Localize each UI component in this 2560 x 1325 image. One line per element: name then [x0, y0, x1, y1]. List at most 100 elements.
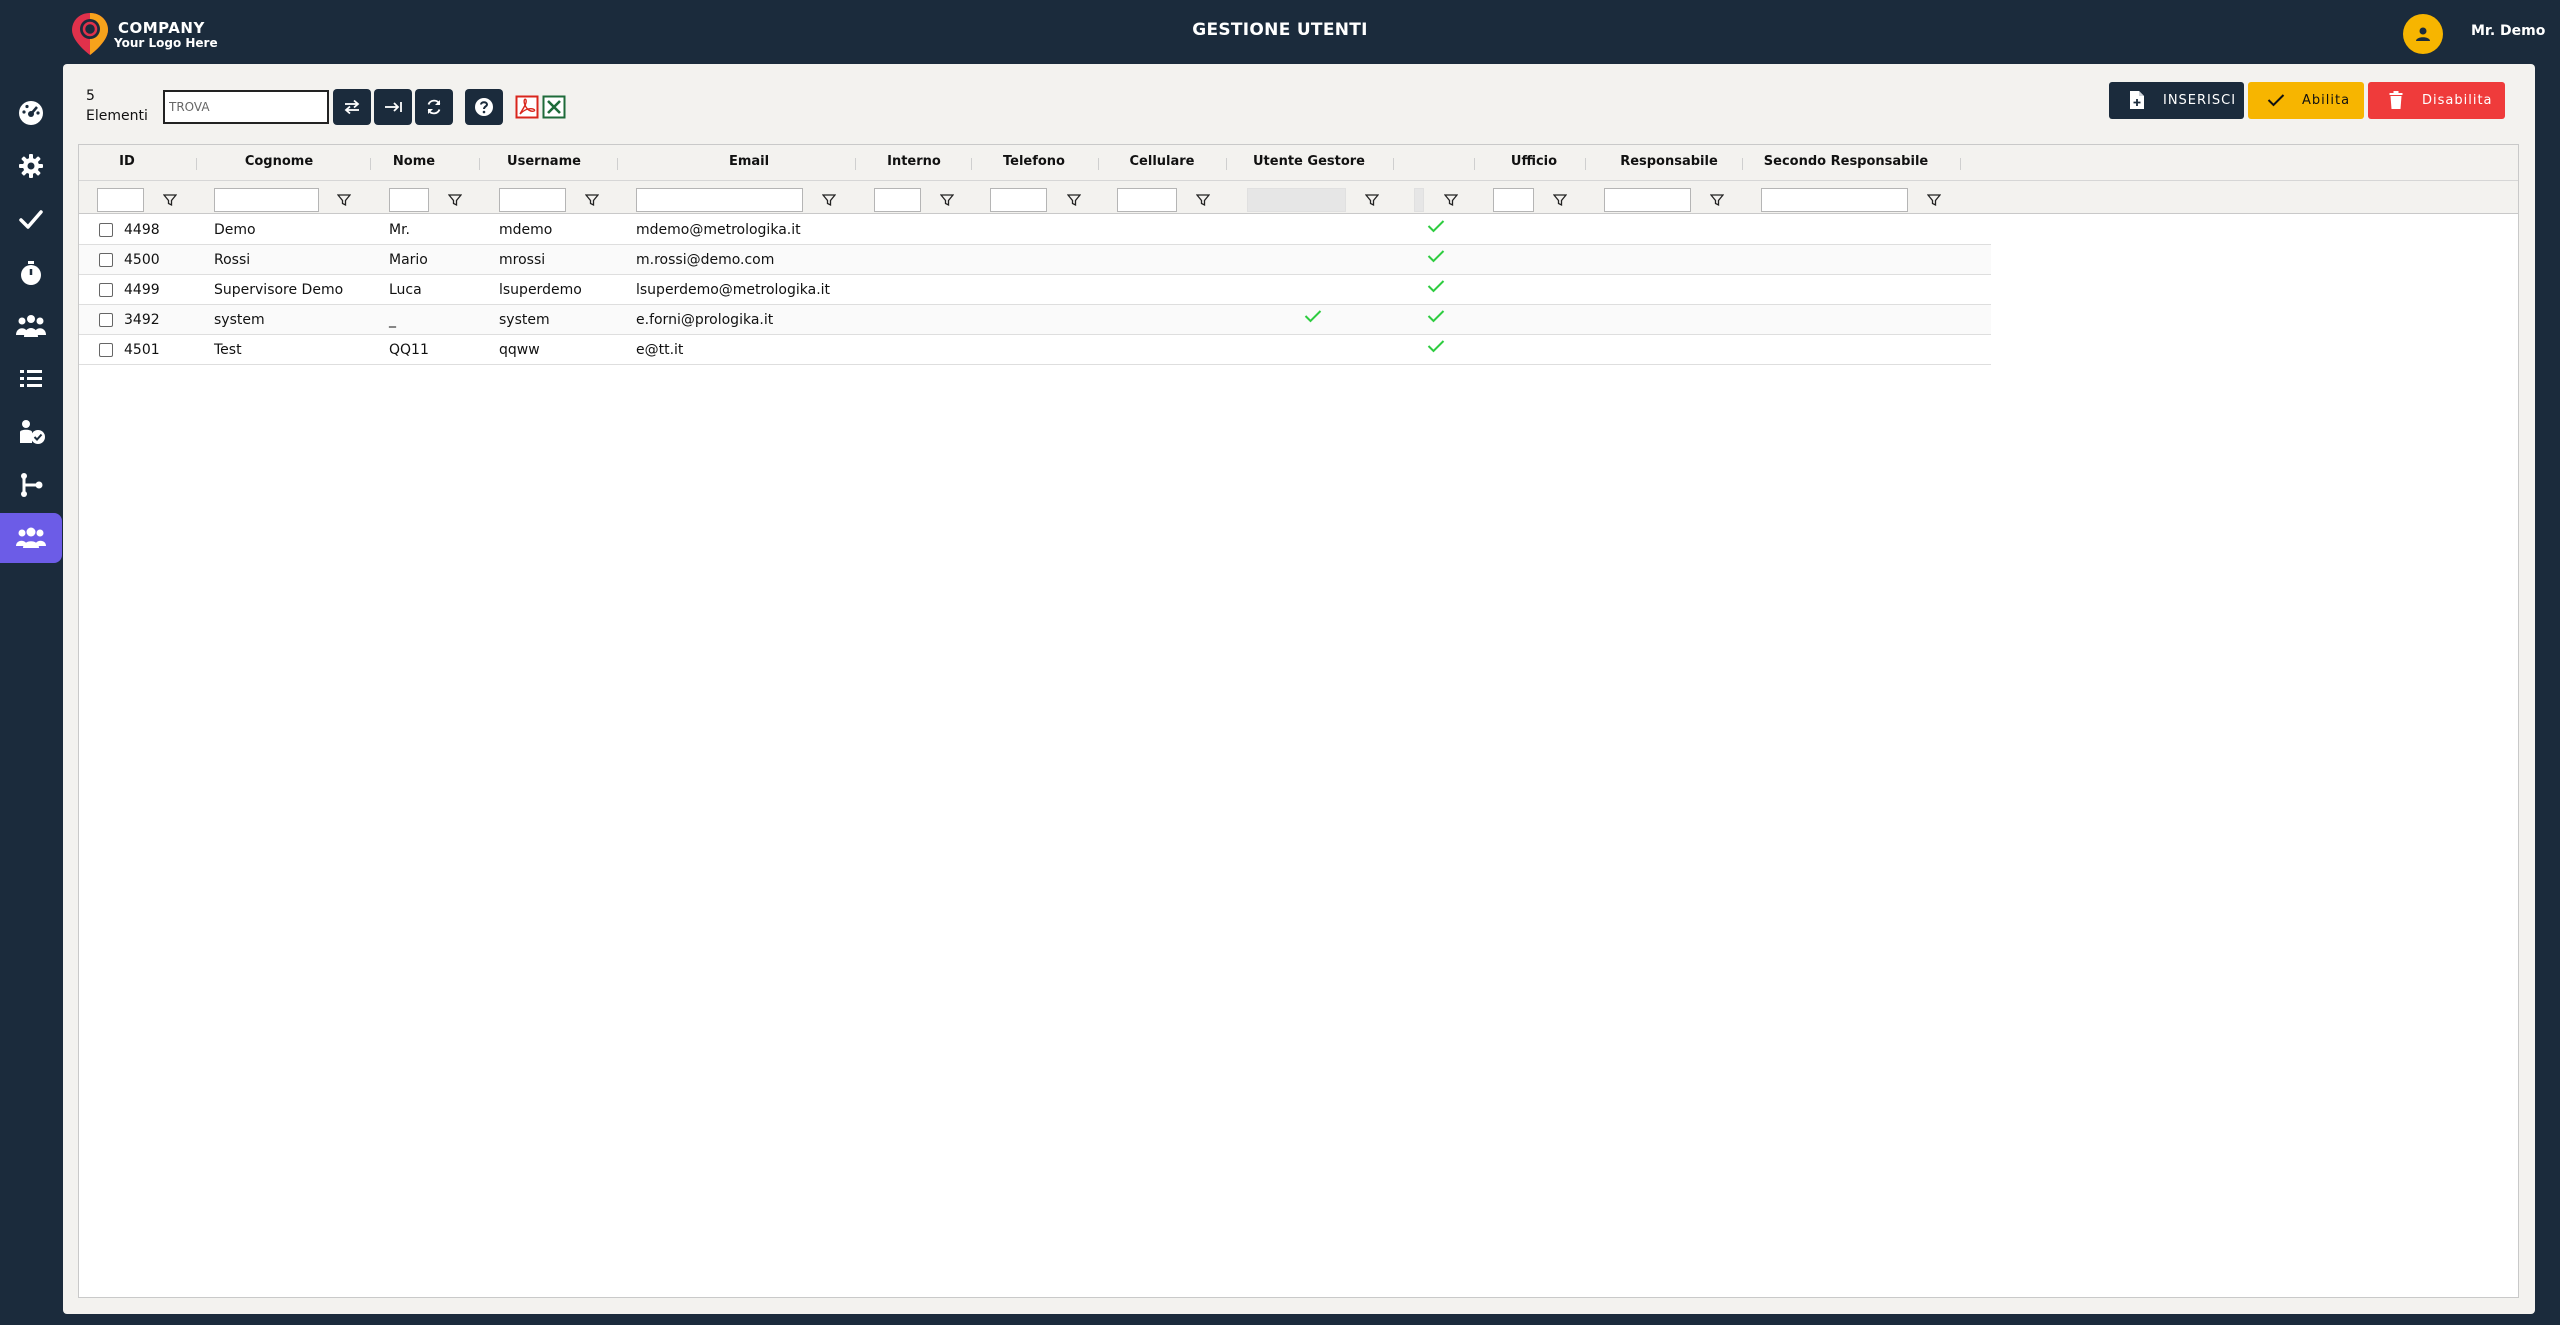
table-row[interactable]: 4501 Test QQ11 qqww e@tt.it [79, 335, 1991, 365]
column-separator [1585, 158, 1586, 170]
page-title: GESTIONE UTENTI [1192, 20, 1368, 40]
cell-nome: QQ11 [389, 342, 429, 358]
cell-nome: Mr. [389, 222, 410, 238]
sidebar-item-settings[interactable] [0, 141, 62, 191]
filter-icon[interactable] [337, 193, 351, 207]
refresh-button[interactable] [415, 89, 453, 125]
column-header-secondo-responsabile[interactable]: Secondo Responsabile [1746, 154, 1946, 169]
sidebar-item-timer[interactable] [0, 248, 62, 298]
insert-button-label: INSERISCI [2163, 93, 2237, 108]
row-checkbox[interactable] [99, 343, 113, 357]
sidebar-item-lists[interactable] [0, 354, 62, 404]
gear-icon [19, 154, 43, 178]
user-avatar[interactable] [2403, 14, 2443, 54]
column-header-cellulare[interactable]: Cellulare [1101, 154, 1223, 169]
table-row[interactable]: 4498 Demo Mr. mdemo mdemo@metrologika.it [79, 215, 1991, 245]
cell-nome: _ [389, 312, 396, 328]
check-icon [19, 210, 43, 229]
tab-arrow-button[interactable] [374, 89, 412, 125]
column-separator [617, 158, 618, 170]
filter-icon[interactable] [585, 193, 599, 207]
cell-cognome: system [214, 312, 265, 328]
user-icon [2416, 27, 2430, 41]
filter-input-cellulare[interactable] [1117, 188, 1177, 212]
filter-input-interno[interactable] [874, 188, 921, 212]
stopwatch-icon [21, 261, 41, 285]
sidebar-item-dashboard[interactable] [0, 88, 62, 138]
sidebar-item-users[interactable] [0, 513, 62, 563]
check-icon [2266, 90, 2286, 110]
row-checkbox[interactable] [99, 253, 113, 267]
column-header-cognome[interactable]: Cognome [199, 154, 359, 169]
filter-icon[interactable] [1710, 193, 1724, 207]
column-header-telefono[interactable]: Telefono [974, 154, 1094, 169]
filter-icon[interactable] [1067, 193, 1081, 207]
cell-username: lsuperdemo [499, 282, 582, 298]
filter-input-secondo-responsabile[interactable] [1761, 188, 1908, 212]
column-header-utente-gestore[interactable]: Utente Gestore [1229, 154, 1389, 169]
swap-button[interactable] [333, 89, 371, 125]
filter-input-username[interactable] [499, 188, 566, 212]
sidebar-item-user-approval[interactable] [0, 407, 62, 457]
table-row[interactable]: 3492 system _ system e.forni@prologika.i… [79, 305, 1991, 335]
filter-input-id[interactable] [97, 188, 144, 212]
refresh-icon [427, 99, 441, 115]
export-excel-button[interactable] [542, 95, 566, 119]
sidebar-item-checks[interactable] [0, 194, 62, 244]
cell-id: 4498 [124, 222, 160, 238]
row-checkbox[interactable] [99, 313, 113, 327]
filter-input-cognome[interactable] [214, 188, 319, 212]
cell-id: 4501 [124, 342, 160, 358]
new-document-icon [2127, 90, 2147, 110]
filter-input-responsabile[interactable] [1604, 188, 1691, 212]
disable-button-label: Disabilita [2422, 93, 2493, 108]
insert-button[interactable]: INSERISCI [2109, 82, 2244, 119]
column-separator [1226, 158, 1227, 170]
filter-icon[interactable] [940, 193, 954, 207]
column-separator [196, 158, 197, 170]
cell-email: mdemo@metrologika.it [636, 222, 801, 238]
enabled-check-icon [1427, 250, 1445, 263]
cell-email: e.forni@prologika.it [636, 312, 774, 328]
enabled-check-icon [1427, 280, 1445, 293]
filter-icon[interactable] [1927, 193, 1941, 207]
filter-icon[interactable] [163, 193, 177, 207]
column-header-nome[interactable]: Nome [374, 154, 454, 169]
group-icon [16, 315, 46, 337]
swap-arrows-icon [344, 99, 360, 115]
row-checkbox[interactable] [99, 283, 113, 297]
search-input[interactable] [163, 90, 329, 124]
column-header-username[interactable]: Username [484, 154, 604, 169]
column-header-responsabile[interactable]: Responsabile [1589, 154, 1749, 169]
enable-button[interactable]: Abilita [2248, 82, 2364, 119]
column-separator [370, 158, 371, 170]
help-button[interactable] [465, 89, 503, 125]
sidebar-item-groups[interactable] [0, 301, 62, 351]
column-header-interno[interactable]: Interno [859, 154, 969, 169]
filter-input-nome[interactable] [389, 188, 429, 212]
cell-email: e@tt.it [636, 342, 684, 358]
row-checkbox[interactable] [99, 223, 113, 237]
filter-icon[interactable] [1444, 193, 1458, 207]
user-name[interactable]: Mr. Demo [2471, 23, 2545, 39]
column-header-email[interactable]: Email [619, 154, 879, 169]
filter-input-ufficio[interactable] [1493, 188, 1534, 212]
filter-icon[interactable] [822, 193, 836, 207]
column-header-ufficio[interactable]: Ufficio [1479, 154, 1589, 169]
cell-nome: Luca [389, 282, 422, 298]
sidebar-item-workflow[interactable] [0, 460, 62, 510]
filter-icon[interactable] [448, 193, 462, 207]
export-pdf-button[interactable] [515, 95, 539, 119]
table-row[interactable]: 4500 Rossi Mario mrossi m.rossi@demo.com [79, 245, 1991, 275]
users-icon [16, 527, 46, 548]
column-header-id[interactable]: ID [107, 154, 147, 169]
table-row[interactable]: 4499 Supervisore Demo Luca lsuperdemo ls… [79, 275, 1991, 305]
filter-input-telefono[interactable] [990, 188, 1047, 212]
filter-icon[interactable] [1365, 193, 1379, 207]
disable-button[interactable]: Disabilita [2368, 82, 2505, 119]
arrow-to-end-icon [385, 102, 402, 112]
filter-icon[interactable] [1196, 193, 1210, 207]
user-check-icon [20, 420, 45, 444]
filter-icon[interactable] [1553, 193, 1567, 207]
filter-input-email[interactable] [636, 188, 803, 212]
